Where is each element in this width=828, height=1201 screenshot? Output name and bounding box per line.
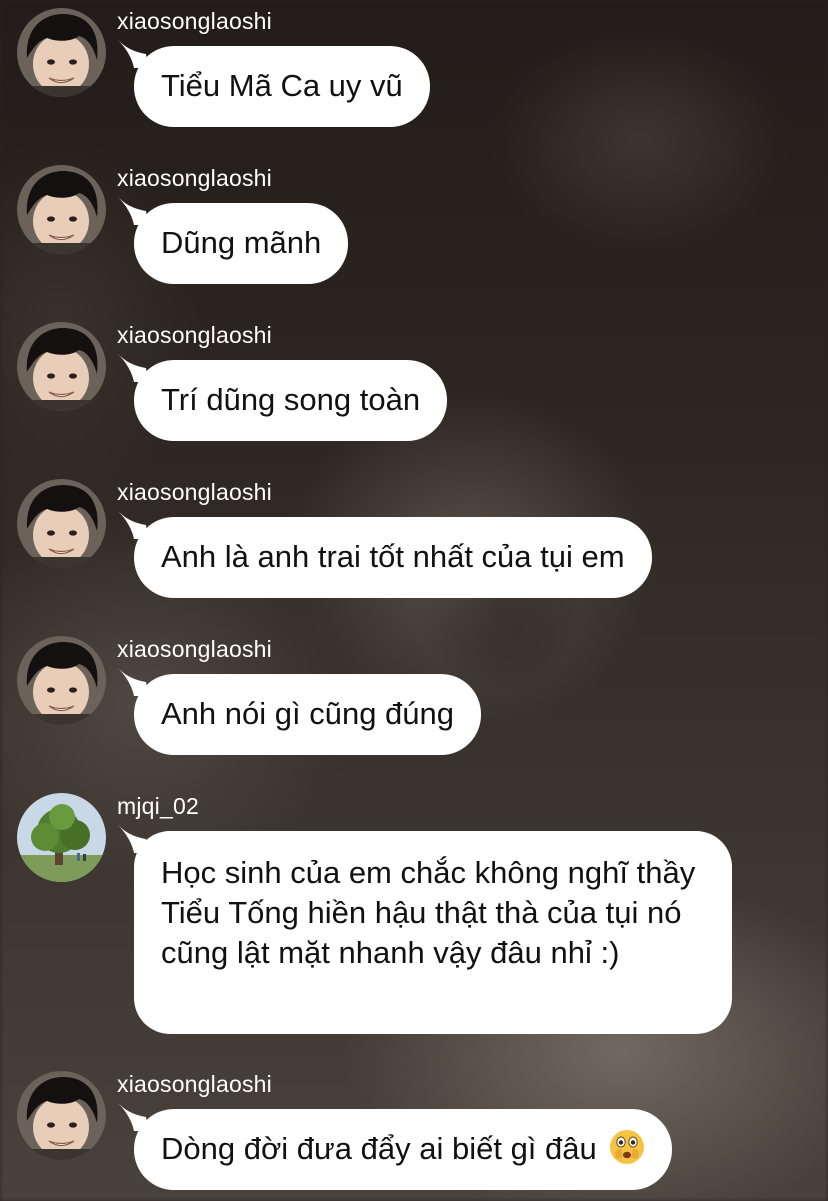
chat-feed[interactable]: xiaosonglaoshi Tiểu Mã Ca uy vũ xiaosong… [0, 0, 828, 1201]
message-text: Anh là anh trai tốt nhất của tụi em [161, 539, 625, 574]
boy-avatar-icon[interactable] [17, 479, 106, 568]
tree-avatar-icon[interactable] [17, 793, 106, 882]
message-text: Dũng mãnh [161, 225, 322, 260]
message-bubble[interactable]: Trí dũng song toàn [134, 360, 448, 441]
message-text: Dòng đời đưa đẩy ai biết gì đâu [161, 1131, 597, 1166]
message-text: Học sinh của em chắc không nghĩ thầy Tiể… [161, 855, 696, 970]
boy-avatar-icon[interactable] [17, 322, 106, 411]
message-username[interactable]: xiaosonglaoshi [117, 165, 272, 192]
bubble-tail [116, 1101, 150, 1131]
message-text: Trí dũng song toàn [161, 382, 421, 417]
boy-avatar-icon[interactable] [17, 8, 106, 97]
bubble-tail [116, 195, 150, 225]
message-username[interactable]: xiaosonglaoshi [117, 322, 272, 349]
bubble-tail [116, 823, 150, 853]
message-username[interactable]: xiaosonglaoshi [117, 479, 272, 506]
boy-avatar-icon[interactable] [17, 636, 106, 725]
face-with-open-eyes-and-hand-over-mouth-icon [610, 1130, 645, 1164]
bubble-tail [116, 666, 150, 696]
message-username[interactable]: xiaosonglaoshi [117, 8, 272, 35]
message-bubble[interactable]: Anh là anh trai tốt nhất của tụi em [134, 517, 652, 598]
message-text: Anh nói gì cũng đúng [161, 696, 455, 731]
message-bubble[interactable]: Anh nói gì cũng đúng [134, 674, 482, 755]
bubble-tail [116, 509, 150, 539]
bubble-tail [116, 352, 150, 382]
message-username[interactable]: xiaosonglaoshi [117, 1071, 272, 1098]
message-username[interactable]: mjqi_02 [117, 793, 199, 820]
boy-avatar-icon[interactable] [17, 1071, 106, 1160]
message-bubble[interactable]: Học sinh của em chắc không nghĩ thầy Tiể… [134, 831, 732, 1034]
message-bubble[interactable]: Tiểu Mã Ca uy vũ [134, 46, 430, 127]
message-username[interactable]: xiaosonglaoshi [117, 636, 272, 663]
boy-avatar-icon[interactable] [17, 165, 106, 254]
bubble-tail [116, 38, 150, 68]
message-text: Tiểu Mã Ca uy vũ [161, 68, 403, 103]
message-bubble[interactable]: Dũng mãnh [134, 203, 349, 284]
message-bubble[interactable]: Dòng đời đưa đẩy ai biết gì đâu [134, 1109, 673, 1190]
